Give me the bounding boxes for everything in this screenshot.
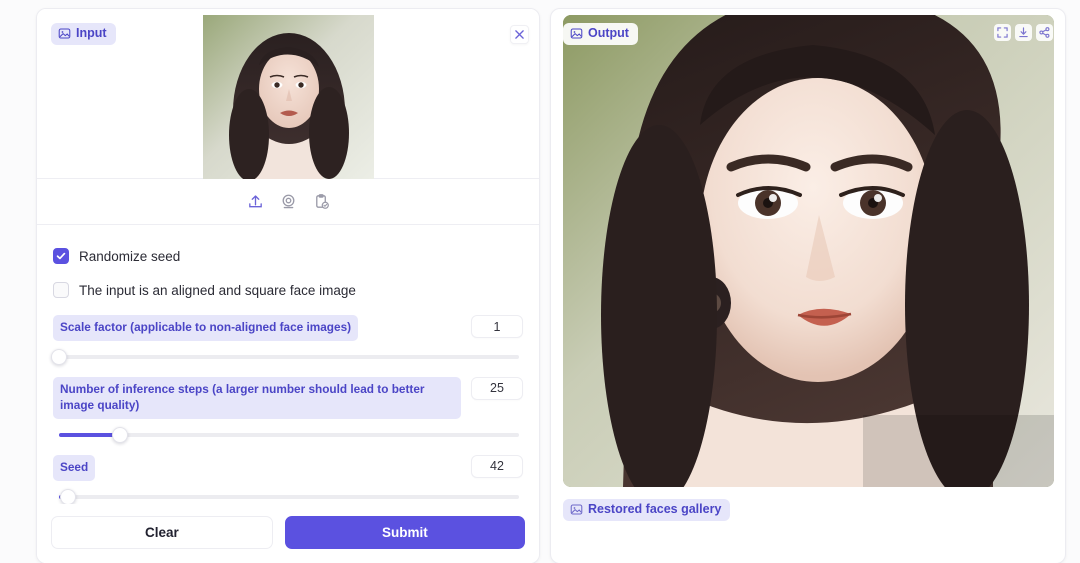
controls-section: Randomize seed The input is an aligned a… (37, 225, 539, 507)
inference-steps-header: Number of inference steps (a larger numb… (53, 376, 523, 419)
input-thumbnail[interactable] (203, 15, 374, 179)
scale-factor-value[interactable]: 1 (471, 315, 523, 338)
seed-slider[interactable] (53, 481, 523, 507)
input-badge: Input (51, 23, 116, 45)
inference-steps-label: Number of inference steps (a larger numb… (53, 376, 461, 419)
upload-icon[interactable] (247, 193, 264, 210)
seed-value[interactable]: 42 (471, 454, 523, 478)
output-panel: Output Restored faces gallery (550, 8, 1066, 563)
image-icon (58, 27, 71, 40)
seed-header: Seed 42 (53, 454, 523, 481)
scale-factor-field: Scale factor (applicable to non-aligned … (51, 315, 523, 367)
seed-field: Seed 42 (53, 454, 523, 507)
share-icon[interactable] (1036, 24, 1053, 41)
output-badge-label: Output (588, 26, 629, 41)
output-toolbar (994, 24, 1053, 41)
input-panel: Input Randomize seed The input is an ali… (36, 8, 540, 563)
seed-thumb[interactable] (60, 488, 77, 505)
inference-steps-fill (59, 432, 119, 437)
webcam-icon[interactable] (280, 193, 297, 210)
output-badge: Output (563, 23, 638, 45)
output-portrait-image (563, 15, 1054, 487)
randomize-seed-label: Randomize seed (79, 248, 181, 264)
input-toolbar (37, 179, 539, 225)
seed-label: Seed (53, 454, 96, 481)
remove-image-button[interactable] (510, 25, 529, 44)
restored-faces-gallery-label: Restored faces gallery (588, 502, 722, 517)
close-icon (515, 30, 524, 39)
input-image-area[interactable]: Input (37, 9, 539, 179)
check-icon (56, 252, 66, 260)
aligned-square-checkbox[interactable] (53, 282, 69, 298)
image-icon (570, 503, 583, 516)
scale-factor-thumb[interactable] (51, 348, 67, 365)
inference-steps-thumb[interactable] (112, 426, 129, 443)
paste-clipboard-icon[interactable] (313, 193, 330, 210)
scale-factor-header: Scale factor (applicable to non-aligned … (53, 315, 523, 341)
scale-factor-track[interactable] (59, 354, 519, 359)
fullscreen-icon[interactable] (994, 24, 1011, 41)
download-icon[interactable] (1015, 24, 1032, 41)
input-badge-label: Input (76, 26, 107, 41)
app-root: Input Randomize seed The input is an ali… (0, 0, 1080, 563)
inference-steps-value[interactable]: 25 (471, 376, 523, 400)
output-image[interactable] (563, 15, 1054, 487)
clear-button[interactable]: Clear (51, 516, 273, 549)
restored-faces-gallery-badge: Restored faces gallery (563, 499, 731, 521)
aligned-square-row[interactable]: The input is an aligned and square face … (53, 275, 523, 305)
input-thumbnail-image (203, 15, 374, 179)
action-buttons: Clear Submit (37, 504, 539, 563)
scale-factor-slider[interactable] (51, 341, 523, 367)
submit-button[interactable]: Submit (284, 516, 525, 549)
randomize-seed-row[interactable]: Randomize seed (53, 241, 523, 271)
inference-steps-field: Number of inference steps (a larger numb… (53, 376, 523, 445)
randomize-seed-checkbox[interactable] (53, 248, 69, 264)
aligned-square-label: The input is an aligned and square face … (79, 282, 356, 298)
seed-track[interactable] (59, 494, 519, 499)
scale-factor-label: Scale factor (applicable to non-aligned … (53, 315, 359, 341)
image-icon (570, 27, 583, 40)
inference-steps-slider[interactable] (53, 419, 523, 445)
